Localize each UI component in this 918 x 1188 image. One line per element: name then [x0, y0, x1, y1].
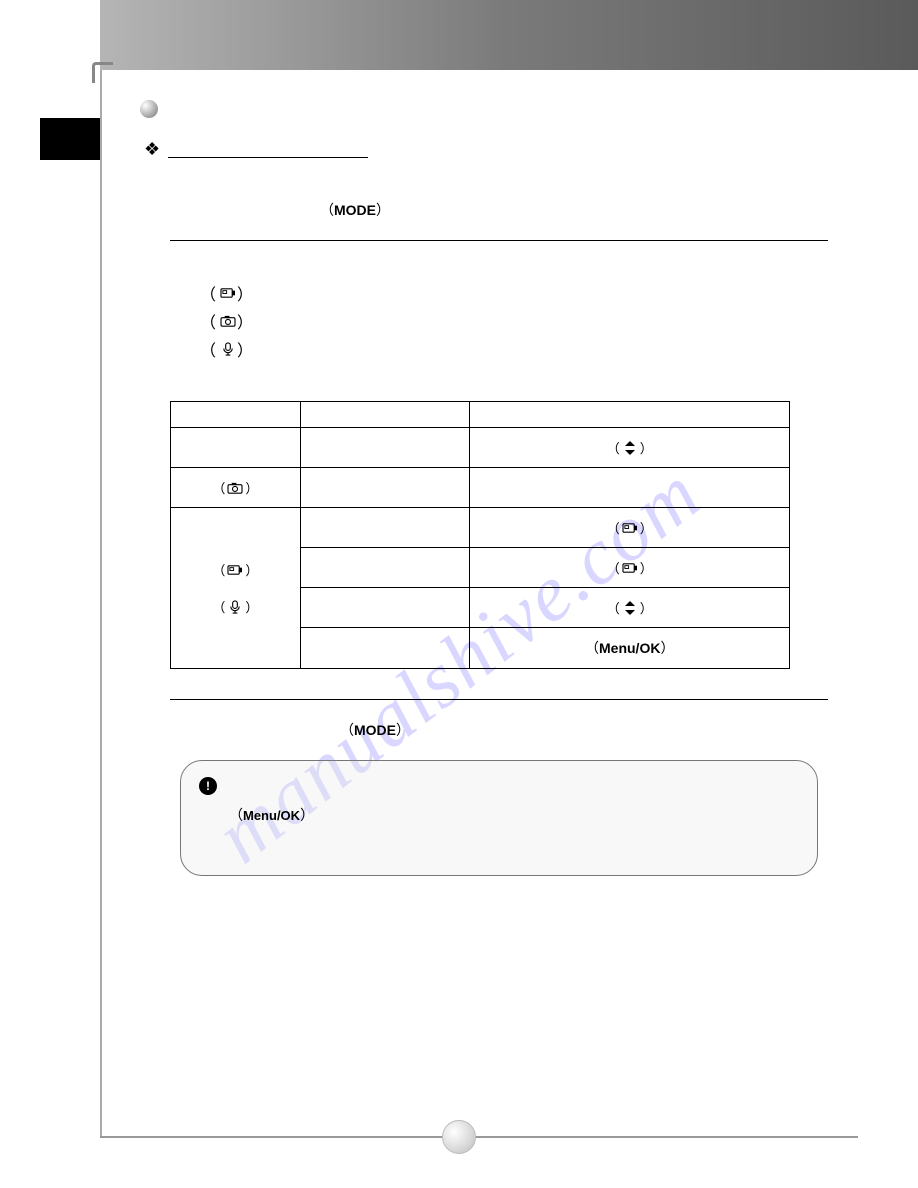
subsection-title — [168, 138, 368, 158]
diamond-bullet-icon: ❖ — [144, 138, 160, 160]
table-header-2 — [300, 402, 470, 428]
mode-label-line-1: （MODE） — [320, 200, 858, 220]
video-camera-icon — [621, 521, 639, 535]
table-cell: （） — [470, 508, 790, 548]
table-cell — [300, 508, 470, 548]
table-cell: （） — [470, 428, 790, 468]
header-bar — [100, 0, 918, 70]
table-cell — [171, 428, 301, 468]
table-cell: （） — [171, 468, 301, 508]
table-cell: （） — [470, 548, 790, 588]
table-header-3 — [470, 402, 790, 428]
table-cell: （Menu/OK） — [470, 628, 790, 669]
microphone-icon — [219, 342, 237, 356]
table-cell-merged: （） （） — [171, 508, 301, 669]
up-down-arrow-icon — [621, 441, 639, 455]
video-camera-icon — [219, 286, 237, 300]
icon-legend: （ ） （ ） （ ） — [200, 281, 858, 361]
video-camera-icon — [621, 561, 639, 575]
table-cell — [300, 588, 470, 628]
video-camera-icon — [226, 563, 244, 577]
microphone-icon — [226, 600, 244, 614]
note-badge-icon: ! — [199, 777, 217, 795]
sphere-bullet — [140, 100, 158, 118]
mode-text: MODE — [334, 202, 376, 218]
note-text: （Menu/OK） — [229, 805, 795, 825]
table-cell: （） — [470, 588, 790, 628]
up-down-arrow-icon — [621, 601, 639, 615]
table-cell — [300, 628, 470, 669]
photo-camera-icon — [226, 481, 244, 495]
table-cell — [300, 468, 470, 508]
table-header-1 — [171, 402, 301, 428]
photo-camera-icon — [219, 314, 237, 328]
table-cell — [300, 548, 470, 588]
side-tab — [40, 118, 100, 160]
table-cell — [300, 428, 470, 468]
table-cell — [470, 468, 790, 508]
divider-1 — [170, 240, 828, 241]
page-content: ❖ （MODE） （ ） （ ） （ ） — [140, 100, 858, 876]
page-number-circle — [442, 1120, 476, 1154]
divider-2 — [170, 699, 828, 700]
section-heading-row — [140, 100, 858, 118]
menu-ok-label: Menu/OK — [599, 640, 660, 656]
subsection-row: ❖ — [144, 138, 858, 160]
mode-table: （） （） （） （） （） （） — [170, 401, 790, 669]
page-left-border — [100, 70, 102, 1138]
mode-label-line-2: （MODE） — [340, 720, 858, 740]
note-box: ! （Menu/OK） — [180, 760, 818, 876]
footer-divider — [100, 1136, 858, 1138]
